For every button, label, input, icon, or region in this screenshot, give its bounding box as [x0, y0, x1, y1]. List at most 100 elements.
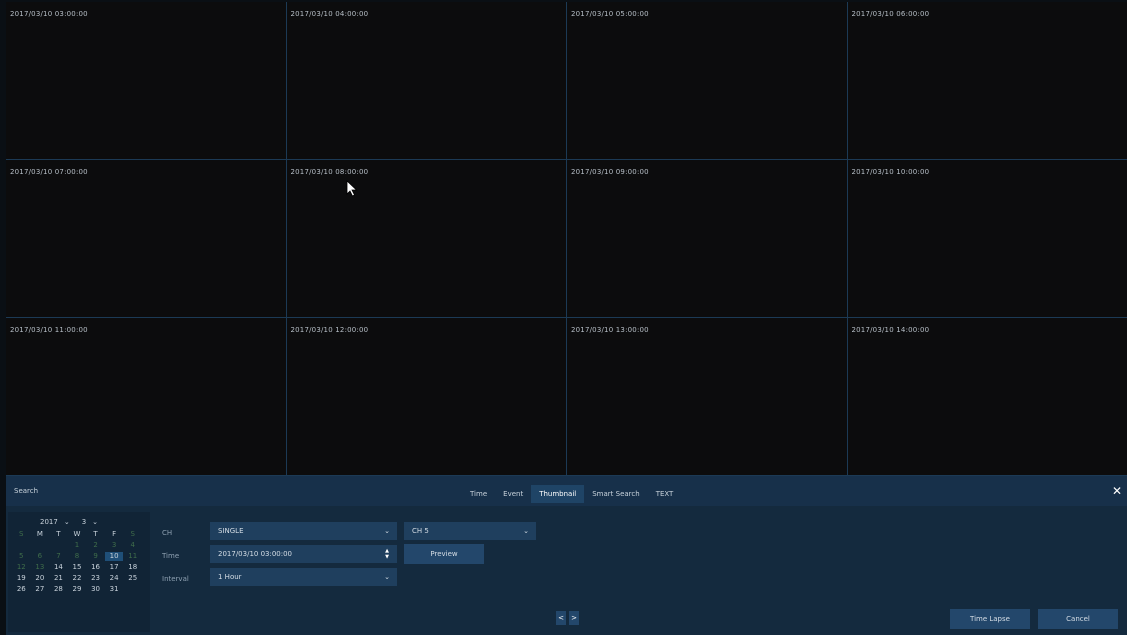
calendar-grid: S M T W T F S 1 2 3 4 5 6 7 8 9 10 11 12 13 14 15 16 17 18 19 20 21… [12, 530, 142, 594]
thumbnail-timestamp: 2017/03/10 08:00:00 [290, 168, 369, 176]
prev-page-button[interactable]: < [556, 611, 566, 625]
calendar-day[interactable]: 20 [31, 574, 50, 583]
ch-mode-value: SINGLE [218, 527, 244, 535]
calendar-day[interactable]: 13 [31, 563, 50, 572]
chevron-down-icon: ⌄ [384, 527, 390, 535]
thumbnail-timestamp: 2017/03/10 13:00:00 [571, 326, 649, 334]
thumbnail-timestamp: 2017/03/10 12:00:00 [290, 326, 369, 334]
calendar-day[interactable]: 12 [12, 563, 31, 572]
thumbnail-timestamp: 2017/03/10 03:00:00 [10, 10, 88, 18]
thumbnail-timestamp: 2017/03/10 09:00:00 [571, 168, 649, 176]
calendar-day[interactable]: 29 [68, 585, 87, 594]
time-label: Time [162, 552, 180, 560]
calendar-day[interactable]: 6 [31, 552, 50, 561]
tab-thumbnail[interactable]: Thumbnail [531, 485, 585, 503]
thumbnail-timestamp: 2017/03/10 06:00:00 [851, 10, 930, 18]
close-icon[interactable]: ✕ [1110, 484, 1124, 498]
calendar: 2017 ⌄ 3 ⌄ S M T W T F S 1 2 3 4 5 6 7 8 9 10 11 12 13 14 15 1… [8, 512, 150, 632]
search-tabs: Time Event Thumbnail Smart Search TEXT [462, 485, 681, 503]
calendar-day[interactable]: 19 [12, 574, 31, 583]
thumbnail-cell[interactable]: 2017/03/10 12:00:00 [286, 318, 567, 476]
thumbnail-cell[interactable]: 2017/03/10 04:00:00 [286, 2, 567, 160]
calendar-day[interactable]: 21 [49, 574, 68, 583]
calendar-day[interactable]: 18 [123, 563, 142, 572]
time-lapse-button[interactable]: Time Lapse [950, 609, 1030, 629]
calendar-day[interactable]: 17 [105, 563, 124, 572]
calendar-day[interactable]: 15 [68, 563, 87, 572]
chevron-down-icon: ⌄ [523, 527, 529, 535]
chevron-down-icon: ⌄ [384, 573, 390, 581]
thumbnail-cell[interactable]: 2017/03/10 05:00:00 [567, 2, 848, 160]
chevron-down-icon[interactable]: ⌄ [64, 518, 70, 526]
tab-smart-search[interactable]: Smart Search [584, 485, 647, 503]
calendar-day[interactable]: 25 [123, 574, 142, 583]
time-value: 2017/03/10 03:00:00 [218, 550, 293, 558]
calendar-day[interactable]: 1 [68, 541, 87, 550]
interval-label: Interval [162, 575, 189, 583]
thumbnail-cell[interactable]: 2017/03/10 08:00:00 [286, 160, 567, 318]
calendar-day[interactable]: 31 [105, 585, 124, 594]
thumbnail-cell[interactable]: 2017/03/10 06:00:00 [847, 2, 1127, 160]
calendar-day[interactable]: 10 [104, 552, 124, 561]
thumbnail-cell[interactable]: 2017/03/10 13:00:00 [567, 318, 848, 476]
tab-time[interactable]: Time [462, 485, 495, 503]
calendar-day[interactable]: 28 [49, 585, 68, 594]
thumbnail-cell[interactable]: 2017/03/10 11:00:00 [6, 318, 287, 476]
thumbnail-timestamp: 2017/03/10 10:00:00 [851, 168, 930, 176]
channel-value: CH 5 [412, 527, 429, 535]
calendar-day[interactable]: 4 [123, 541, 142, 550]
search-panel-header: Search Time Event Thumbnail Smart Search… [6, 476, 1127, 506]
calendar-day[interactable]: 8 [68, 552, 87, 561]
interval-select[interactable]: 1 Hour ⌄ [210, 568, 397, 586]
calendar-day[interactable]: 23 [86, 574, 105, 583]
calendar-month[interactable]: 3 [82, 518, 86, 526]
calendar-day[interactable]: 9 [86, 552, 105, 561]
mouse-cursor-icon [346, 180, 358, 197]
thumbnail-cell[interactable]: 2017/03/10 14:00:00 [847, 318, 1127, 476]
calendar-weekday: F [112, 530, 117, 538]
calendar-day[interactable]: 2 [86, 541, 105, 550]
calendar-day [123, 585, 142, 594]
thumbnail-timestamp: 2017/03/10 04:00:00 [290, 10, 369, 18]
interval-value: 1 Hour [218, 573, 242, 581]
calendar-weekday: S [130, 530, 135, 538]
spinner-icon[interactable]: ▲ ▼ [385, 548, 389, 560]
calendar-day[interactable]: 26 [12, 585, 31, 594]
next-page-button[interactable]: > [569, 611, 579, 625]
calendar-day [31, 541, 50, 550]
calendar-day[interactable]: 14 [49, 563, 68, 572]
calendar-day[interactable]: 27 [31, 585, 50, 594]
calendar-day[interactable]: 5 [12, 552, 31, 561]
cancel-button[interactable]: Cancel [1038, 609, 1118, 629]
calendar-header: 2017 ⌄ 3 ⌄ [40, 518, 98, 526]
calendar-day[interactable]: 3 [105, 541, 124, 550]
tab-text[interactable]: TEXT [648, 485, 682, 503]
calendar-day[interactable]: 30 [86, 585, 105, 594]
calendar-day[interactable]: 22 [68, 574, 87, 583]
preview-button[interactable]: Preview [404, 544, 484, 564]
ch-mode-select[interactable]: SINGLE ⌄ [210, 522, 397, 540]
calendar-weekday: M [36, 530, 43, 538]
ch-label: CH [162, 529, 173, 537]
thumbnail-cell[interactable]: 2017/03/10 09:00:00 [567, 160, 848, 318]
calendar-year[interactable]: 2017 [40, 518, 58, 526]
thumbnail-cell[interactable]: 2017/03/10 03:00:00 [6, 2, 287, 160]
calendar-weekday: T [93, 530, 98, 538]
thumbnail-cell[interactable]: 2017/03/10 10:00:00 [847, 160, 1127, 318]
panel-title: Search [14, 487, 39, 495]
thumbnail-timestamp: 2017/03/10 11:00:00 [10, 326, 88, 334]
tab-event[interactable]: Event [495, 485, 531, 503]
chevron-down-icon[interactable]: ⌄ [92, 518, 98, 526]
channel-select[interactable]: CH 5 ⌄ [404, 522, 536, 540]
calendar-weekday: S [19, 530, 24, 538]
calendar-day[interactable]: 11 [123, 552, 142, 561]
calendar-day[interactable]: 7 [49, 552, 68, 561]
search-panel: Search Time Event Thumbnail Smart Search… [6, 476, 1127, 635]
thumbnail-timestamp: 2017/03/10 07:00:00 [10, 168, 88, 176]
time-input[interactable]: 2017/03/10 03:00:00 ▲ ▼ [210, 545, 397, 563]
calendar-weekday: T [56, 530, 61, 538]
thumbnail-timestamp: 2017/03/10 05:00:00 [571, 10, 649, 18]
calendar-day[interactable]: 16 [86, 563, 105, 572]
calendar-day[interactable]: 24 [105, 574, 124, 583]
thumbnail-cell[interactable]: 2017/03/10 07:00:00 [6, 160, 287, 318]
